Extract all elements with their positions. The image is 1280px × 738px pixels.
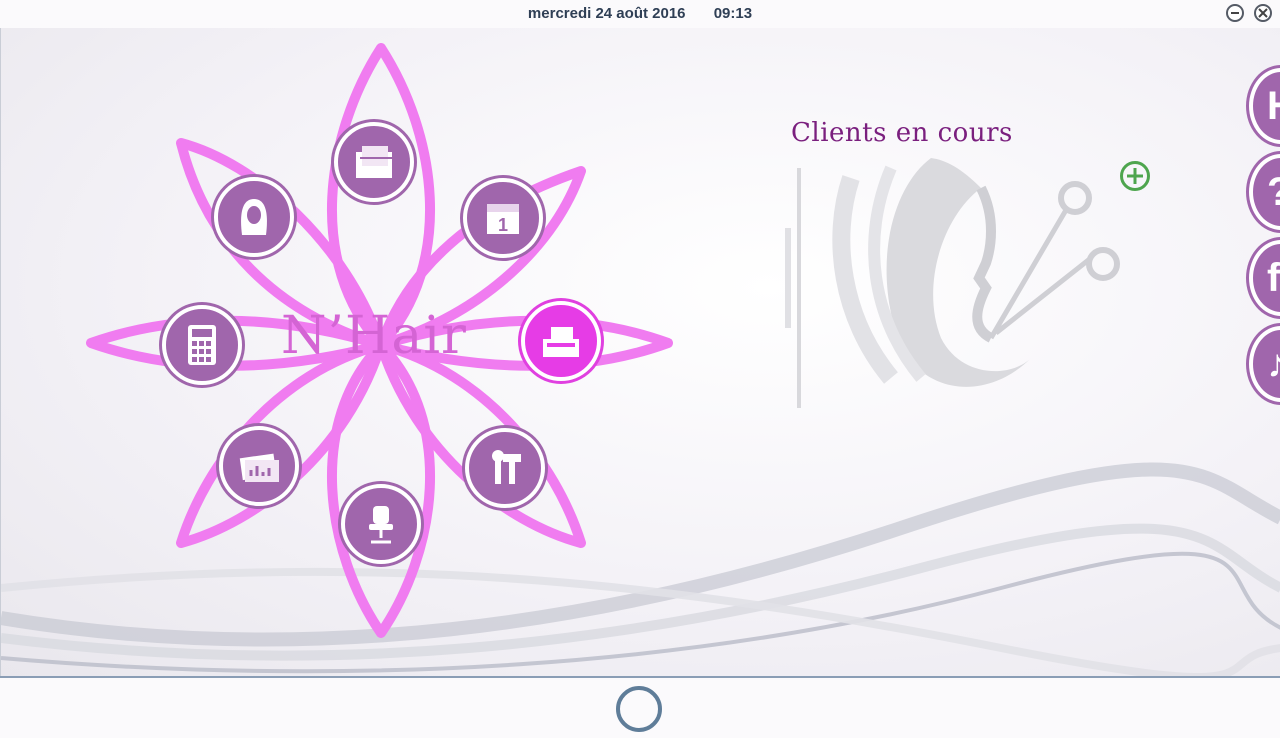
current-date: mercredi 24 août 2016 — [527, 5, 686, 22]
hairdresser-silhouette — [785, 158, 1120, 408]
app-logo-text: N’Hair — [281, 306, 467, 366]
minus-icon — [1231, 12, 1239, 14]
current-clients-title: Clients en cours — [791, 118, 1013, 148]
hair-client-icon — [241, 199, 267, 235]
facebook-icon: f — [1267, 256, 1280, 300]
close-icon — [1258, 8, 1268, 18]
home-button[interactable] — [616, 686, 662, 732]
tools-icon — [492, 450, 521, 484]
add-client-button[interactable] — [1120, 161, 1150, 191]
calendar-button[interactable]: 1 — [463, 178, 543, 258]
date-time: mercredi 24 août 2016 09:13 — [0, 5, 1280, 22]
documents-button[interactable] — [334, 122, 414, 202]
settings-button[interactable] — [465, 428, 545, 508]
title-bar: mercredi 24 août 2016 09:13 — [0, 0, 1280, 29]
bottom-bar — [0, 676, 1280, 738]
calculator-button[interactable] — [162, 305, 242, 385]
current-time: 09:13 — [713, 5, 753, 22]
svg-text:1: 1 — [498, 215, 508, 235]
music-icon: ♪ — [1267, 342, 1280, 386]
staff-chair-button[interactable] — [341, 484, 421, 564]
reports-button[interactable] — [219, 426, 299, 506]
h-icon: H — [1267, 84, 1280, 128]
main-area: N’Hair 1 Clients en cours H ? f ♪ — [0, 28, 1280, 676]
reports-icon — [239, 453, 279, 482]
cash-register-button[interactable] — [521, 301, 601, 381]
calculator-icon — [188, 325, 216, 365]
cash-register-icon — [543, 327, 579, 357]
calendar-icon: 1 — [487, 204, 519, 235]
close-button[interactable] — [1254, 4, 1272, 22]
clients-button[interactable] — [214, 177, 294, 257]
folder-documents-icon — [356, 146, 392, 178]
salon-chair-icon — [369, 506, 393, 544]
minimize-button[interactable] — [1226, 4, 1244, 22]
question-icon: ? — [1267, 170, 1280, 214]
